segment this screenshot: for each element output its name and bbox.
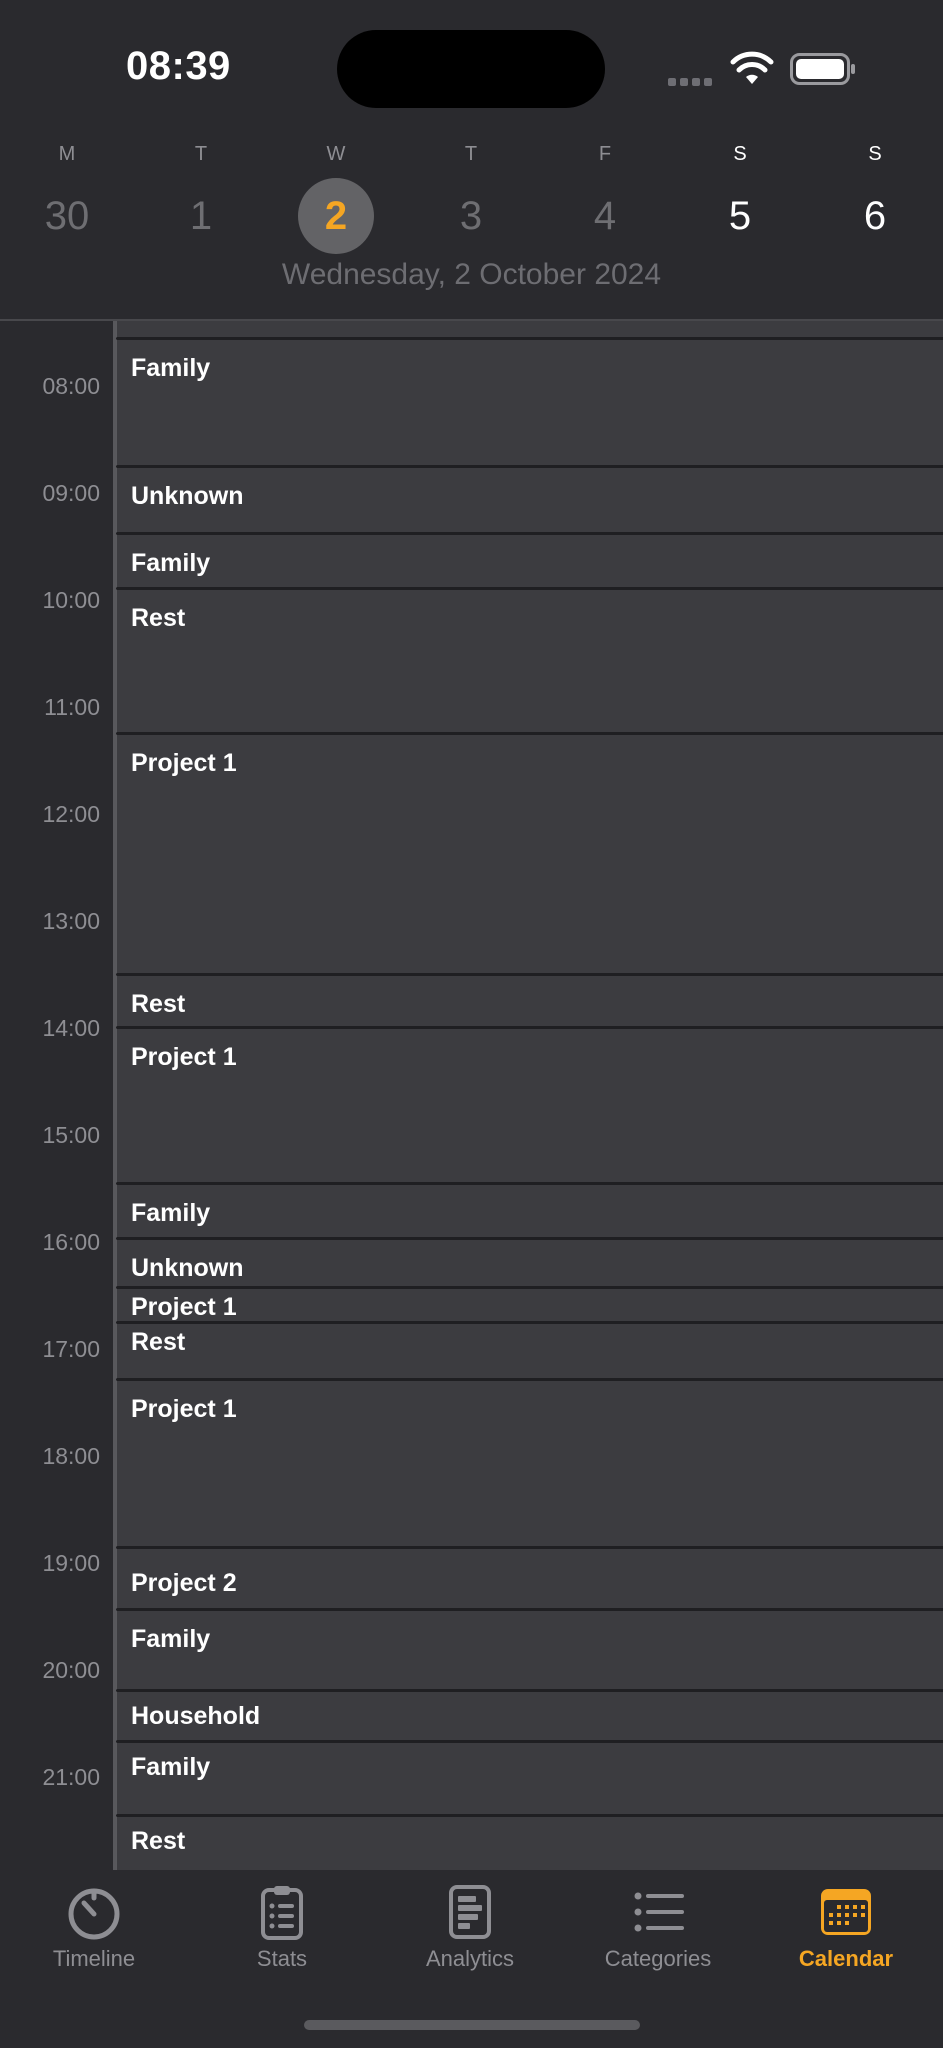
day-number: 6 — [863, 194, 887, 238]
day-letter: W — [326, 143, 346, 165]
status-time: 08:39 — [126, 44, 231, 88]
day-tuesday[interactable]: T 1 — [161, 140, 241, 254]
event-title: Project 1 — [131, 1293, 237, 1321]
event-block[interactable]: Family — [115, 1609, 943, 1691]
event-title: Rest — [131, 604, 186, 632]
day-number: 3 — [459, 194, 483, 238]
tab-analytics[interactable]: Analytics — [380, 1884, 560, 1972]
home-indicator[interactable] — [304, 2020, 640, 2030]
event-block[interactable]: Project 1 — [115, 1287, 943, 1323]
day-sunday[interactable]: S 6 — [835, 140, 915, 254]
day-saturday[interactable]: S 5 — [700, 140, 780, 254]
event-block[interactable]: Family — [115, 338, 943, 467]
selected-date-label: Wednesday, 2 October 2024 — [281, 258, 662, 291]
event-block[interactable]: Rest — [115, 974, 943, 1028]
day-number: 1 — [189, 194, 213, 238]
hour-label: 15:00 — [42, 1122, 100, 1148]
day-number: 5 — [728, 194, 752, 238]
wifi-icon — [730, 51, 774, 84]
event-title: Family — [131, 549, 211, 577]
event-title: Family — [131, 1625, 211, 1653]
event-block[interactable] — [115, 321, 943, 339]
day-letter: F — [598, 143, 612, 165]
event-block[interactable]: Project 1 — [115, 733, 943, 975]
event-title: Project 1 — [131, 749, 237, 777]
hour-label: 11:00 — [44, 694, 100, 720]
event-block[interactable]: Project 1 — [115, 1379, 943, 1548]
day-thursday[interactable]: T 3 — [431, 140, 511, 254]
hour-label: 10:00 — [42, 587, 100, 613]
cellular-signal-icon — [668, 73, 716, 86]
hour-label: 21:00 — [42, 1764, 100, 1790]
list-bullet-icon — [634, 1892, 684, 1932]
day-letter: T — [464, 143, 478, 165]
tab-calendar[interactable]: Calendar — [756, 1884, 936, 1972]
header: 08:39 M 30 T 1 W 2 T 3 F 4 S 5 S 6 Wedne… — [0, 0, 943, 321]
event-block[interactable]: Rest — [115, 588, 943, 734]
day-monday[interactable]: M 30 — [27, 140, 107, 254]
event-title: Rest — [131, 1827, 186, 1855]
tab-stats[interactable]: Stats — [192, 1884, 372, 1972]
event-block[interactable]: Rest — [115, 1322, 943, 1380]
hour-label: 17:00 — [42, 1336, 100, 1362]
event-title: Project 1 — [131, 1395, 237, 1423]
timeline-axis — [113, 321, 116, 1870]
event-title: Family — [131, 1753, 211, 1781]
day-number: 4 — [593, 194, 617, 238]
event-block[interactable]: Unknown — [115, 466, 943, 534]
day-letter: M — [58, 143, 76, 165]
day-number: 30 — [44, 194, 90, 238]
event-block[interactable]: Rest — [115, 1815, 943, 1870]
day-friday[interactable]: F 4 — [565, 140, 645, 254]
tab-label: Calendar — [798, 1946, 894, 1971]
event-block[interactable]: Household — [115, 1690, 943, 1742]
day-letter: T — [194, 143, 208, 165]
event-block[interactable]: Family — [115, 1183, 943, 1239]
tab-label: Timeline — [52, 1946, 136, 1971]
event-title: Project 1 — [131, 1043, 237, 1071]
hour-label: 16:00 — [42, 1229, 100, 1255]
event-title: Family — [131, 1199, 211, 1227]
tab-timeline[interactable]: Timeline — [4, 1884, 184, 1972]
day-number-selected: 2 — [298, 178, 374, 254]
tab-label: Stats — [256, 1946, 308, 1971]
hour-label: 14:00 — [42, 1015, 100, 1041]
event-title: Unknown — [131, 482, 244, 510]
tab-categories[interactable]: Categories — [568, 1884, 748, 1972]
event-block[interactable]: Family — [115, 1741, 943, 1816]
clipboard-list-icon — [261, 1886, 303, 1940]
calendar-icon — [821, 1889, 871, 1935]
event-title: Unknown — [131, 1254, 244, 1282]
battery-icon — [790, 53, 855, 85]
day-wednesday-selected[interactable]: W 2 — [296, 140, 376, 254]
dynamic-island — [337, 30, 605, 108]
event-block[interactable]: Project 2 — [115, 1547, 943, 1610]
event-title: Household — [131, 1702, 261, 1730]
event-block[interactable]: Project 1 — [115, 1027, 943, 1184]
hour-label: 20:00 — [42, 1657, 100, 1683]
event-block[interactable]: Unknown — [115, 1238, 943, 1288]
timer-icon — [68, 1888, 120, 1940]
hour-label: 12:00 — [42, 801, 100, 827]
day-timeline[interactable]: Family Unknown Family Rest Project 1 Res… — [0, 321, 943, 1870]
event-title: Project 2 — [131, 1569, 237, 1597]
hour-label: 09:00 — [42, 480, 100, 506]
bar-chart-document-icon — [449, 1885, 491, 1939]
event-title: Rest — [131, 990, 186, 1018]
tab-label: Categories — [604, 1946, 712, 1971]
event-block[interactable]: Family — [115, 533, 943, 589]
hour-label: 13:00 — [42, 908, 100, 934]
hour-label: 19:00 — [42, 1550, 100, 1576]
event-title: Family — [131, 354, 211, 382]
tab-label: Analytics — [425, 1946, 515, 1971]
hour-label: 08:00 — [42, 373, 100, 399]
day-letter: S — [868, 143, 882, 165]
day-letter: S — [733, 143, 747, 165]
event-title: Rest — [131, 1328, 186, 1356]
hour-label: 18:00 — [42, 1443, 100, 1469]
